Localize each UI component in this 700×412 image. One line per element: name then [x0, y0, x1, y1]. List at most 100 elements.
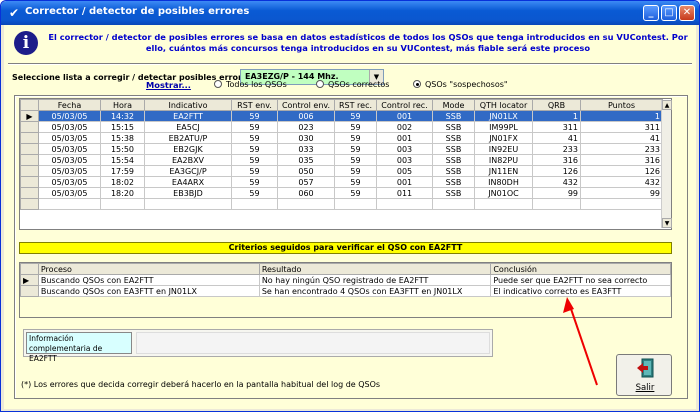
qso-table-grid: Fecha Hora Indicativo RST env. Control e… [20, 99, 663, 210]
column-header[interactable]: Hora [100, 99, 145, 111]
table-cell: 05/03/05 [38, 165, 101, 177]
table-cell: 59 [231, 132, 278, 144]
table-cell [144, 198, 232, 210]
row-indicator[interactable] [20, 143, 39, 155]
table-cell: 59 [231, 176, 278, 188]
table-cell: 316 [532, 154, 581, 166]
table-cell: 59 [231, 143, 278, 155]
column-header[interactable]: Control rec. [376, 99, 433, 111]
table-cell: 003 [376, 154, 433, 166]
qso-table[interactable]: Fecha Hora Indicativo RST env. Control e… [19, 98, 672, 230]
table-cell: 316 [580, 154, 663, 166]
column-header[interactable]: QRB [532, 99, 581, 111]
maximize-button[interactable]: □ [661, 5, 677, 21]
table-cell: 050 [277, 165, 335, 177]
table-row[interactable]: 05/03/05 18:20 EB3BJD 59 060 59 011 SSB JN01OC 99… [20, 187, 663, 199]
row-indicator[interactable] [20, 121, 39, 133]
row-indicator[interactable] [20, 132, 39, 144]
table-cell: JN01FX [474, 132, 533, 144]
table-row[interactable]: 05/03/05 17:59 EA3GCJ/P 59 050 59 005 SSB JN11EN… [20, 165, 663, 177]
column-header[interactable]: RST env. [231, 99, 278, 111]
table-cell: 233 [532, 143, 581, 155]
column-header[interactable]: QTH locator [474, 99, 533, 111]
table-row[interactable]: 05/03/05 15:15 EA5CJ 59 023 59 002 SSB IM99PL 311… [20, 121, 663, 133]
column-header[interactable]: Control env. [277, 99, 335, 111]
table-row[interactable]: 05/03/05 15:50 EB2GJK 59 033 59 003 SSB IN92EU 23… [20, 143, 663, 155]
qso-table-body: ▶ 05/03/05 14:32 EA2FTT 59 006 59 001 SSB JN01LX 1… [20, 110, 663, 210]
complement-value [136, 332, 490, 354]
column-header[interactable]: Puntos [580, 99, 663, 111]
table-cell: 18:20 [100, 187, 145, 199]
table-cell: 001 [376, 132, 433, 144]
table-cell: 233 [580, 143, 663, 155]
filter-radio-correct[interactable]: QSOs correctos [316, 80, 389, 89]
divider [8, 63, 692, 65]
table-cell: 15:15 [100, 121, 145, 133]
table-cell [532, 198, 581, 210]
title-bar[interactable]: ✔ Corrector / detector de posibles error… [1, 1, 699, 25]
table-cell: 05/03/05 [38, 176, 101, 188]
table-cell: 432 [580, 176, 663, 188]
criteria-table[interactable]: Proceso Resultado Conclusión ▶ Buscando Q… [19, 262, 672, 318]
column-header[interactable]: Proceso [37, 263, 260, 275]
table-row[interactable]: 05/03/05 15:38 EB2ATU/P 59 030 59 001 SSB JN01FX… [20, 132, 663, 144]
table-cell: 99 [532, 187, 581, 199]
table-cell: SSB [432, 176, 475, 188]
row-indicator[interactable] [20, 176, 39, 188]
table-cell: EA4ARX [144, 176, 232, 188]
table-cell: 311 [532, 121, 581, 133]
table-cell: EB3BJD [144, 187, 232, 199]
filter-radio-label: QSOs "sospechosos" [425, 80, 508, 89]
complement-panel: Información complementaria de EA2FTT [23, 329, 493, 363]
filter-radio-suspicious[interactable]: QSOs "sospechosos" [413, 80, 508, 89]
table-cell [432, 198, 475, 210]
qso-table-scrollbar[interactable]: ▲ ▼ [661, 100, 672, 228]
column-header[interactable]: Conclusión [490, 263, 671, 275]
row-pointer-icon[interactable]: ▶ [20, 274, 39, 286]
table-cell: EB2GJK [144, 143, 232, 155]
table-cell [231, 198, 278, 210]
scroll-up-icon[interactable]: ▲ [662, 100, 672, 110]
table-cell: 59 [334, 110, 377, 122]
table-row[interactable]: 05/03/05 15:54 EA2BXV 59 035 59 003 SSB IN82PU 31… [20, 154, 663, 166]
close-button[interactable]: ✕ [679, 5, 695, 21]
filter-radio-all[interactable]: Todos los QSOs [214, 80, 287, 89]
column-header[interactable]: Fecha [38, 99, 101, 111]
table-cell: SSB [432, 154, 475, 166]
column-header[interactable]: Indicativo [144, 99, 232, 111]
row-indicator[interactable] [20, 165, 39, 177]
scroll-down-icon[interactable]: ▼ [662, 218, 672, 228]
column-header[interactable]: Mode [432, 99, 475, 111]
exit-door-icon [637, 358, 654, 378]
table-cell: 59 [334, 187, 377, 199]
criteria-table-header: Proceso Resultado Conclusión [20, 263, 671, 275]
table-cell: 011 [376, 187, 433, 199]
table-row[interactable]: ▶ 05/03/05 14:32 EA2FTT 59 006 59 001 SSB JN01LX 1… [20, 110, 663, 122]
row-indicator[interactable] [20, 285, 39, 297]
table-cell: 59 [231, 121, 278, 133]
row-indicator[interactable] [20, 187, 39, 199]
row-pointer-icon[interactable]: ▶ [20, 110, 39, 122]
table-row[interactable]: Buscando QSOs con EA3FTT en JN01LX Se han… [20, 285, 671, 297]
exit-button[interactable]: Salir [616, 354, 672, 396]
table-row[interactable]: 05/03/05 18:02 EA4ARX 59 057 59 001 SSB IN80DH 43… [20, 176, 663, 188]
table-cell: 057 [277, 176, 335, 188]
header-indicator [20, 99, 39, 111]
column-header[interactable]: Resultado [258, 263, 492, 275]
row-indicator[interactable] [20, 154, 39, 166]
table-cell: 126 [580, 165, 663, 177]
table-row-empty [20, 198, 663, 210]
table-cell: 15:38 [100, 132, 145, 144]
table-cell: IN82PU [474, 154, 533, 166]
radio-selected-icon[interactable] [413, 80, 421, 88]
qso-table-header: Fecha Hora Indicativo RST env. Control e… [20, 99, 663, 111]
app-check-icon: ✔ [8, 6, 20, 20]
minimize-button[interactable]: _ [643, 5, 659, 21]
radio-icon[interactable] [214, 80, 222, 88]
table-row[interactable]: ▶ Buscando QSOs con EA2FTT No hay ningún Q… [20, 274, 671, 286]
column-header[interactable]: RST rec. [334, 99, 377, 111]
table-cell: 59 [334, 176, 377, 188]
table-cell: 311 [580, 121, 663, 133]
table-cell: 05/03/05 [38, 154, 101, 166]
radio-icon[interactable] [316, 80, 324, 88]
